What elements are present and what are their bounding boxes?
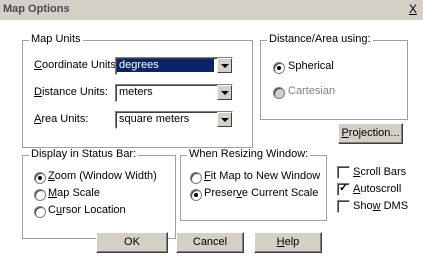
status-bar-group: Display in Status Bar: Zoom (Window Widt… [22, 148, 176, 239]
fit-map-label: Fit Map to New Window [204, 170, 321, 182]
coordinate-units-select[interactable]: degrees [115, 57, 233, 75]
preserve-scale-radio[interactable] [190, 189, 202, 201]
distance-units-select[interactable]: meters [115, 84, 233, 102]
resizing-group: When Resizing Window: Fit Map to New Win… [180, 148, 327, 221]
coordinate-units-label: Coordinate Units: [34, 59, 119, 71]
close-icon[interactable]: X [407, 2, 419, 16]
preserve-scale-label: Preserve Current Scale [204, 187, 319, 199]
coordinate-units-value: degrees [117, 59, 214, 72]
show-dms-label: Show DMS [353, 200, 409, 212]
cursor-location-radio[interactable] [34, 206, 46, 218]
zoom-radio[interactable] [34, 172, 46, 184]
autoscroll-label: Autoscroll [353, 183, 402, 195]
cartesian-label: Cartesian [288, 85, 336, 97]
map-options-dialog: Map Units Coordinate Units: degrees Dist… [0, 20, 423, 259]
help-button[interactable]: Help [254, 232, 322, 253]
autoscroll-checkbox[interactable] [337, 181, 350, 196]
map-units-group: Map Units Coordinate Units: degrees Dist… [22, 33, 253, 148]
ok-button[interactable]: OK [96, 232, 168, 253]
map-scale-label: Map Scale [48, 187, 100, 199]
map-units-legend: Map Units [29, 33, 83, 45]
chevron-down-icon[interactable] [217, 58, 232, 73]
scroll-bars-checkbox[interactable] [337, 166, 350, 179]
distance-area-legend: Distance/Area using: [267, 33, 373, 45]
title-bar: Map Options X [0, 0, 423, 20]
window-title: Map Options [3, 3, 70, 15]
cursor-location-label: Cursor Location [48, 204, 126, 216]
zoom-label: Zoom (Window Width) [48, 170, 157, 182]
chevron-down-icon[interactable] [217, 112, 232, 127]
scroll-bars-label: Scroll Bars [353, 166, 407, 178]
projection-button[interactable]: Projection... [338, 123, 403, 144]
distance-units-label: Distance Units: [34, 86, 108, 98]
chevron-down-icon[interactable] [217, 85, 232, 100]
cartesian-radio[interactable] [273, 87, 285, 99]
status-bar-legend: Display in Status Bar: [29, 148, 139, 160]
area-units-value: square meters [119, 113, 190, 125]
fit-map-radio[interactable] [190, 172, 202, 184]
map-scale-radio[interactable] [34, 189, 46, 201]
spherical-radio[interactable] [273, 62, 285, 74]
distance-units-value: meters [119, 86, 153, 98]
distance-area-group: Distance/Area using: Spherical Cartesian [260, 33, 408, 120]
show-dms-checkbox[interactable] [337, 200, 350, 213]
cancel-button[interactable]: Cancel [176, 232, 244, 253]
area-units-select[interactable]: square meters [115, 111, 233, 129]
resizing-legend: When Resizing Window: [187, 148, 311, 160]
spherical-label: Spherical [288, 60, 334, 72]
area-units-label: Area Units: [34, 113, 89, 125]
